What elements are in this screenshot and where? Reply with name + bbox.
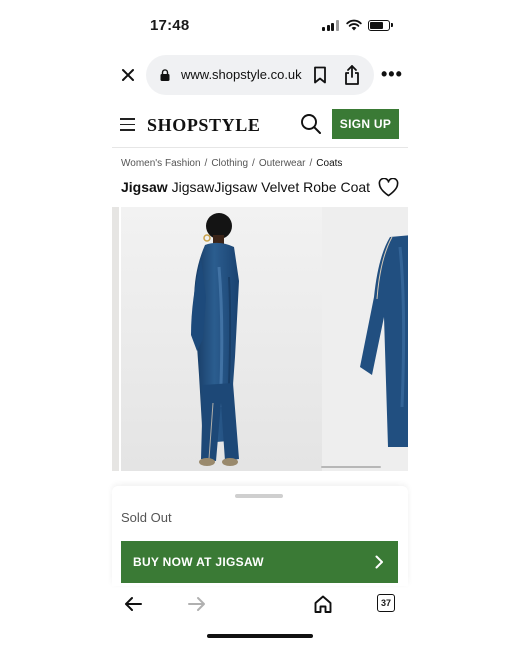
header-divider <box>112 147 408 148</box>
status-bar: 17:48 <box>0 0 520 52</box>
url-text: www.shopstyle.co.uk <box>181 67 302 82</box>
more-options-button[interactable]: ••• <box>381 64 403 85</box>
search-icon[interactable] <box>300 113 322 135</box>
bookmark-icon[interactable] <box>312 66 328 84</box>
signal-icon <box>322 19 340 31</box>
status-icons <box>322 19 393 31</box>
wifi-icon <box>346 19 362 31</box>
arrow-left-icon[interactable] <box>122 593 144 615</box>
status-time: 17:48 <box>150 17 190 34</box>
site-header: SHOPSTYLE SIGN UP <box>112 104 408 148</box>
url-bar[interactable]: www.shopstyle.co.uk <box>146 55 374 95</box>
close-icon <box>122 69 134 81</box>
buy-now-label: BUY NOW AT JIGSAW <box>133 555 264 569</box>
hamburger-icon[interactable] <box>120 118 135 131</box>
breadcrumb-separator: / <box>309 158 313 169</box>
product-image-previous[interactable] <box>112 207 119 471</box>
breadcrumb-item-coats[interactable]: Coats <box>316 158 342 169</box>
breadcrumb: Women's Fashion / Clothing / Outerwear /… <box>121 158 342 169</box>
browser-bar: www.shopstyle.co.uk ••• <box>0 55 520 95</box>
buy-now-button[interactable]: BUY NOW AT JIGSAW <box>121 541 398 583</box>
breadcrumb-item-outerwear[interactable]: Outerwear <box>259 158 306 169</box>
product-name: JigsawJigsaw Velvet Robe Coat <box>171 179 371 195</box>
lock-icon <box>160 69 170 81</box>
product-title: Jigsaw JigsawJigsaw Velvet Robe Coat <box>121 179 370 195</box>
product-image-gallery[interactable] <box>112 207 408 471</box>
arrow-right-icon[interactable] <box>186 593 208 615</box>
stock-status: Sold Out <box>121 510 172 525</box>
close-tab-button[interactable] <box>118 65 138 85</box>
breadcrumb-item-clothing[interactable]: Clothing <box>211 158 248 169</box>
breadcrumb-separator: / <box>252 158 255 169</box>
home-icon[interactable] <box>312 593 334 615</box>
product-brand[interactable]: Jigsaw <box>121 179 168 195</box>
heart-icon[interactable] <box>378 178 399 197</box>
gallery-scroll-indicator <box>321 466 381 468</box>
breadcrumb-item-womens-fashion[interactable]: Women's Fashion <box>121 158 201 169</box>
drag-handle[interactable] <box>235 494 283 498</box>
browser-toolbar: 37 <box>0 590 520 618</box>
tabs-button[interactable]: 37 <box>377 594 395 612</box>
sign-up-button[interactable]: SIGN UP <box>332 109 399 139</box>
product-image-front-detail[interactable] <box>322 207 408 471</box>
chevron-right-icon <box>375 555 383 569</box>
battery-icon <box>368 19 393 31</box>
home-indicator[interactable] <box>207 634 313 638</box>
breadcrumb-separator: / <box>204 158 208 169</box>
site-logo[interactable]: SHOPSTYLE <box>147 115 260 136</box>
share-icon[interactable] <box>343 64 361 86</box>
